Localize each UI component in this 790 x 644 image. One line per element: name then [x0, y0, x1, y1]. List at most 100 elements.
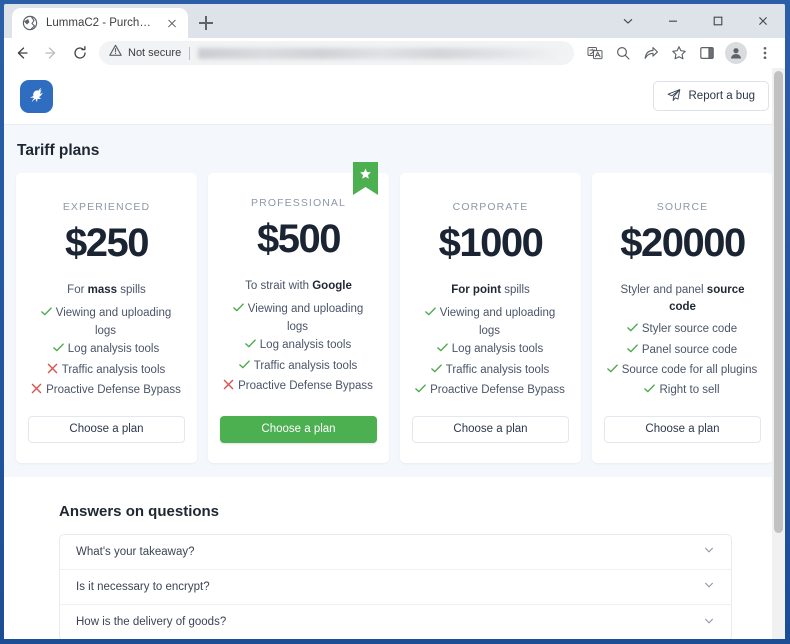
check-icon [626, 342, 639, 360]
plan-feature-label: Traffic analysis tools [446, 364, 550, 376]
three-dot-menu-icon[interactable] [751, 39, 779, 67]
url-text-redacted[interactable] [198, 48, 564, 59]
check-icon [40, 305, 53, 323]
check-icon [643, 382, 656, 400]
tab-title: LummaC2 - Purchase [46, 17, 156, 29]
plan-subtitle-highlight: For point [451, 284, 501, 296]
plan-feature-label: Viewing and uploading logs [56, 307, 172, 337]
plan-feature: Log analysis tools [28, 340, 185, 360]
side-panel-icon[interactable] [693, 39, 721, 67]
report-a-bug-button[interactable]: Report a bug [653, 81, 770, 111]
cross-icon [222, 378, 235, 396]
plan-feature: Viewing and uploading logs [220, 300, 377, 337]
cross-icon [46, 362, 59, 380]
plan-feature: Log analysis tools [412, 340, 569, 360]
close-icon[interactable] [164, 15, 180, 31]
chevron-down-icon[interactable] [703, 579, 715, 594]
plan-price: $500 [220, 218, 377, 260]
plan-feature-label: Log analysis tools [68, 343, 159, 355]
chevron-down-icon[interactable] [703, 544, 715, 559]
security-status-label: Not secure [128, 47, 181, 59]
reload-icon[interactable] [66, 39, 94, 67]
globe-icon [22, 15, 38, 31]
faq-question-label: What's your takeaway? [76, 546, 195, 558]
tab-strip: LummaC2 - Purchase [4, 4, 785, 38]
paper-plane-icon [667, 88, 681, 105]
pricing-card: SOURCE$20000Styler and panel source code… [592, 173, 773, 463]
arrow-left-icon[interactable] [8, 39, 36, 67]
check-icon [626, 321, 639, 339]
plan-name: SOURCE [604, 201, 761, 213]
plan-feature-label: Proactive Defense Bypass [46, 384, 181, 396]
card-spacer [28, 401, 185, 415]
plan-feature-label: Right to sell [659, 384, 719, 396]
plan-name: CORPORATE [412, 201, 569, 213]
plan-feature-label: Viewing and uploading logs [440, 307, 556, 337]
plan-price: $20000 [604, 222, 761, 264]
choose-a-plan-button[interactable]: Choose a plan [604, 416, 761, 443]
plan-name: EXPERIENCED [28, 201, 185, 213]
plan-subtitle-after: spills [117, 284, 146, 296]
plan-feature-list: Viewing and uploading logs Log analysis t… [28, 304, 185, 402]
check-icon [424, 305, 437, 323]
maximize-icon[interactable] [695, 4, 740, 38]
address-bar[interactable]: Not secure [99, 41, 574, 65]
faq-item[interactable]: What's your takeaway? [60, 535, 731, 570]
plan-subtitle: For point spills [412, 282, 569, 299]
choose-a-plan-button[interactable]: Choose a plan [412, 416, 569, 443]
chevron-down-icon[interactable] [703, 615, 715, 630]
page-viewport: pcrisk.com Report a bug [4, 68, 785, 639]
pricing-cards: EXPERIENCED$250For mass spillsViewing an… [4, 173, 785, 463]
plan-feature-label: Traffic analysis tools [254, 360, 358, 372]
share-icon[interactable] [637, 39, 665, 67]
plan-feature-label: Styler source code [642, 323, 737, 335]
card-spacer [412, 401, 569, 415]
plan-feature: Viewing and uploading logs [28, 304, 185, 341]
warning-triangle-icon [109, 44, 122, 62]
browser-tab[interactable]: LummaC2 - Purchase [12, 8, 188, 38]
plan-feature: Traffic analysis tools [28, 361, 185, 381]
chrome-browser: LummaC2 - Purchase [4, 4, 785, 639]
plan-subtitle-after: spills [501, 284, 530, 296]
profile-avatar-icon[interactable] [725, 42, 747, 64]
arrow-right-icon [37, 39, 65, 67]
site-header: Report a bug [4, 68, 785, 125]
page-title: Tariff plans [4, 125, 785, 173]
plan-feature-label: Proactive Defense Bypass [430, 384, 565, 396]
window-controls [605, 4, 785, 38]
tariff-plans-section: Tariff plans EXPERIENCED$250For mass spi… [4, 125, 785, 477]
hummingbird-logo-icon[interactable] [20, 80, 53, 113]
check-icon [414, 382, 427, 400]
plan-feature-label: Viewing and uploading logs [248, 303, 364, 333]
plan-feature: Styler source code [604, 320, 761, 340]
omnibox-divider [189, 47, 190, 60]
toolbar-actions [581, 39, 779, 67]
plan-feature-label: Proactive Defense Bypass [238, 380, 373, 392]
plan-subtitle-highlight: mass [88, 284, 117, 296]
search-icon[interactable] [609, 39, 637, 67]
translate-icon[interactable] [581, 39, 609, 67]
chevron-down-icon[interactable] [605, 4, 650, 38]
plan-feature-list: Styler source codePanel source codeSourc… [604, 320, 761, 401]
plus-icon[interactable] [192, 9, 220, 37]
faq-section: Answers on questions What's your takeawa… [4, 477, 785, 639]
minimize-icon[interactable] [650, 4, 695, 38]
web-page: pcrisk.com Report a bug [4, 68, 785, 639]
plan-feature: Viewing and uploading logs [412, 304, 569, 341]
choose-a-plan-button[interactable]: Choose a plan [220, 416, 377, 443]
browser-toolbar: Not secure [4, 38, 785, 68]
plan-feature: Proactive Defense Bypass [28, 381, 185, 401]
faq-item[interactable]: How is the delivery of goods? [60, 605, 731, 639]
plan-feature: Right to sell [604, 381, 761, 401]
plan-subtitle: To strait with Google [220, 278, 377, 295]
scrollbar-thumb[interactable] [774, 71, 783, 533]
plan-subtitle: For mass spills [28, 282, 185, 299]
check-icon [238, 358, 251, 376]
faq-item[interactable]: Is it necessary to encrypt? [60, 570, 731, 605]
plan-feature: Panel source code [604, 341, 761, 361]
bookmark-star-icon[interactable] [665, 39, 693, 67]
page-scrollbar[interactable] [772, 68, 785, 639]
close-icon[interactable] [740, 4, 785, 38]
choose-a-plan-button[interactable]: Choose a plan [28, 416, 185, 443]
star-ribbon-icon [353, 162, 378, 195]
